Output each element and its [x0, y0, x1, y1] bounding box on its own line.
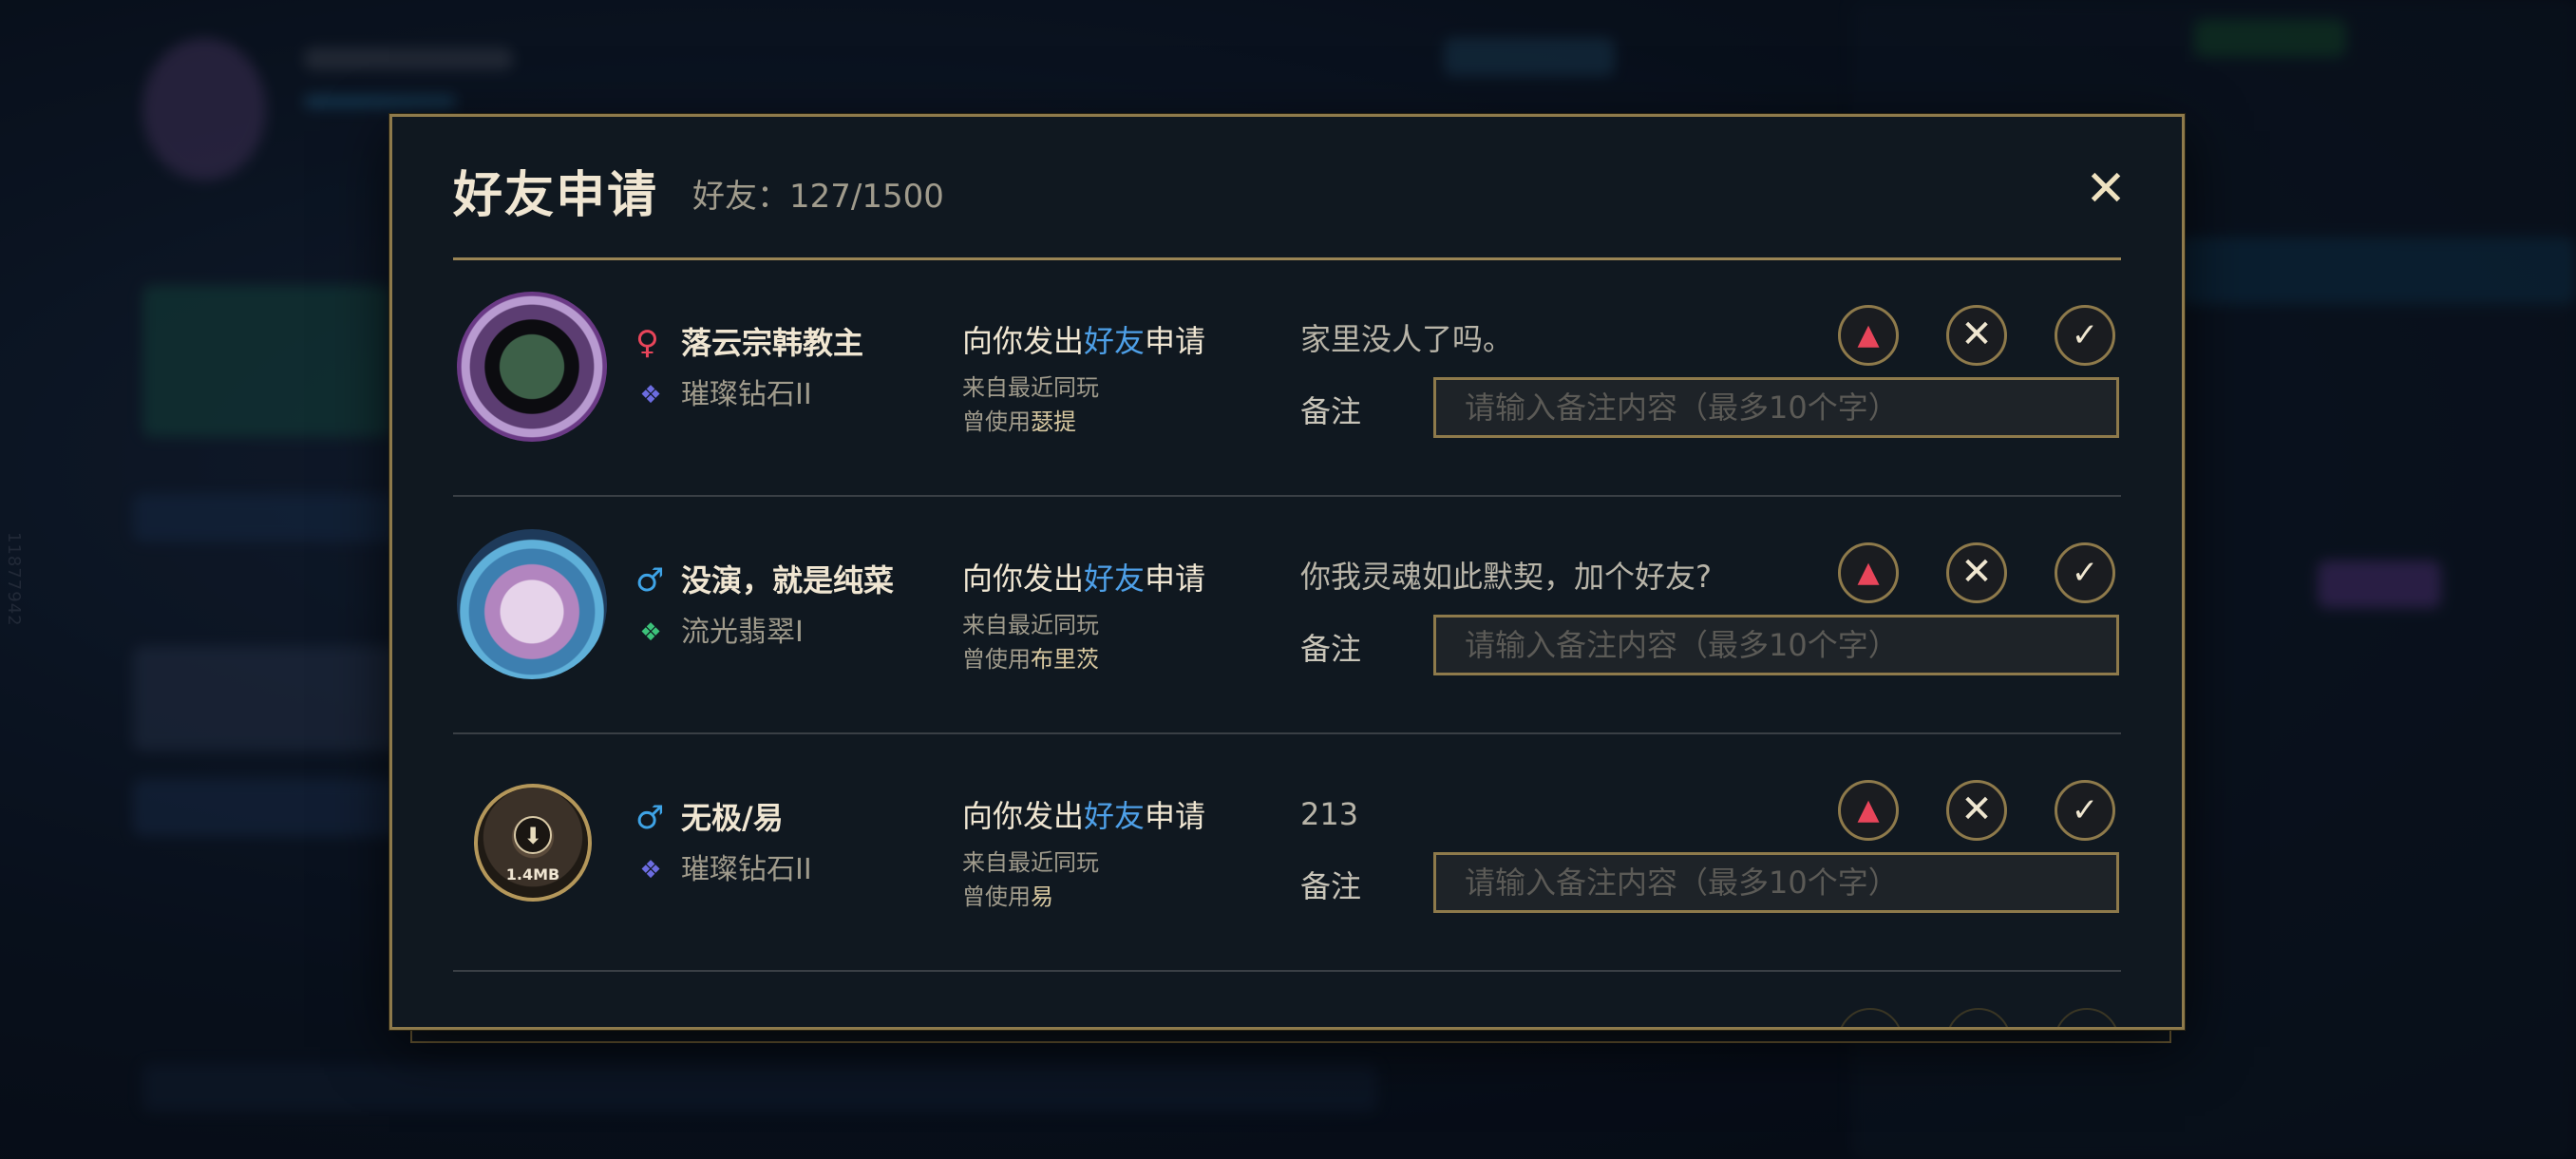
- warning-icon: ▲: [1857, 793, 1880, 826]
- player-name[interactable]: 落云宗韩教主: [681, 324, 863, 362]
- player-rank: 璀璨钻石II: [681, 378, 812, 411]
- friend-count: 好友：127/1500: [692, 178, 944, 216]
- player-name[interactable]: 无极/易: [681, 799, 784, 837]
- avatar-size-label: 1.4MB: [505, 865, 560, 884]
- request-row: ♀ 落云宗韩教主 ❖ 璀璨钻石II 向你发出好友申请 来自最近同玩 曾使用瑟提 …: [453, 259, 2121, 497]
- request-highlight: 好友: [1084, 560, 1146, 597]
- request-highlight: 好友: [1084, 323, 1146, 359]
- decline-button-partial[interactable]: [1946, 1008, 2011, 1027]
- note-label: 备注: [1300, 393, 1362, 429]
- download-icon: ⬇: [514, 816, 552, 854]
- diamond-rank-icon: ❖: [639, 381, 662, 409]
- report-button[interactable]: ▲: [1838, 780, 1899, 841]
- used-prefix: 曾使用: [962, 646, 1031, 673]
- avatar[interactable]: [457, 292, 607, 442]
- check-icon: ✓: [2071, 791, 2099, 829]
- note-input[interactable]: [1433, 615, 2119, 675]
- request-suffix: 申请: [1145, 798, 1206, 834]
- request-message: 家里没人了吗。: [1300, 321, 1514, 357]
- decline-button[interactable]: ✕: [1946, 305, 2007, 366]
- male-icon: ♂: [635, 561, 665, 599]
- request-text: 向你发出好友申请: [962, 322, 1205, 360]
- used-champion: 曾使用易: [962, 883, 1053, 911]
- player-rank: 流光翡翠I: [681, 616, 804, 649]
- request-origin: 来自最近同玩: [962, 612, 1099, 638]
- request-message: 你我灵魂如此默契，加个好友?: [1300, 559, 1712, 595]
- note-input[interactable]: [1433, 377, 2119, 438]
- note-label: 备注: [1300, 868, 1362, 904]
- request-prefix: 向你发出: [962, 560, 1085, 597]
- champion-name: 易: [1031, 884, 1053, 910]
- close-icon: ✕: [1960, 788, 1993, 831]
- report-button-partial[interactable]: [1838, 1008, 1903, 1027]
- request-prefix: 向你发出: [962, 323, 1085, 359]
- friend-request-dialog: 好友申请 好友：127/1500 ✕ ♀ 落云宗韩教主 ❖ 璀璨钻石II 向你发…: [389, 114, 2185, 1030]
- request-text: 向你发出好友申请: [962, 560, 1205, 598]
- decline-button[interactable]: ✕: [1946, 542, 2007, 603]
- close-button[interactable]: ✕: [2081, 164, 2131, 216]
- male-icon: ♂: [635, 799, 665, 837]
- request-row: ⬇ 1.4MB ♂ 无极/易 ❖ 璀璨钻石II 向你发出好友申请 来自最近同玩 …: [453, 734, 2121, 972]
- champion-name: 瑟提: [1031, 408, 1076, 435]
- request-message: 213: [1300, 796, 1359, 832]
- check-icon: ✓: [2071, 316, 2099, 354]
- diamond-rank-icon: ❖: [639, 856, 662, 884]
- note-label: 备注: [1300, 631, 1362, 667]
- request-row: ♂ 没演，就是纯菜 ❖ 流光翡翠I 向你发出好友申请 来自最近同玩 曾使用布里茨…: [453, 497, 2121, 734]
- close-icon: ✕: [1960, 550, 1993, 594]
- accept-button[interactable]: ✓: [2055, 780, 2115, 841]
- request-highlight: 好友: [1084, 798, 1146, 834]
- used-prefix: 曾使用: [962, 408, 1031, 435]
- close-icon: ✕: [1960, 313, 1993, 356]
- player-rank: 璀璨钻石II: [681, 853, 812, 886]
- dialog-title: 好友申请: [453, 167, 659, 224]
- request-origin: 来自最近同玩: [962, 849, 1099, 876]
- row-divider: [453, 970, 2121, 972]
- request-origin: 来自最近同玩: [962, 374, 1099, 401]
- request-suffix: 申请: [1145, 323, 1206, 359]
- request-prefix: 向你发出: [962, 798, 1085, 834]
- used-champion: 曾使用布里茨: [962, 645, 1099, 674]
- accept-button[interactable]: ✓: [2055, 542, 2115, 603]
- decline-button[interactable]: ✕: [1946, 780, 2007, 841]
- avatar[interactable]: [457, 529, 607, 679]
- request-suffix: 申请: [1145, 560, 1206, 597]
- report-button[interactable]: ▲: [1838, 542, 1899, 603]
- emerald-rank-icon: ❖: [639, 618, 662, 647]
- check-icon: ✓: [2071, 554, 2099, 592]
- accept-button[interactable]: ✓: [2055, 305, 2115, 366]
- request-text: 向你发出好友申请: [962, 797, 1205, 835]
- used-prefix: 曾使用: [962, 884, 1031, 910]
- warning-icon: ▲: [1857, 556, 1880, 589]
- warning-icon: ▲: [1857, 318, 1880, 352]
- note-input[interactable]: [1433, 852, 2119, 913]
- accept-button-partial[interactable]: [2055, 1008, 2119, 1027]
- used-champion: 曾使用瑟提: [962, 408, 1076, 436]
- champion-name: 布里茨: [1031, 646, 1099, 673]
- player-name[interactable]: 没演，就是纯菜: [681, 561, 894, 599]
- report-button[interactable]: ▲: [1838, 305, 1899, 366]
- avatar[interactable]: ⬇ 1.4MB: [474, 784, 592, 902]
- female-icon: ♀: [635, 324, 659, 362]
